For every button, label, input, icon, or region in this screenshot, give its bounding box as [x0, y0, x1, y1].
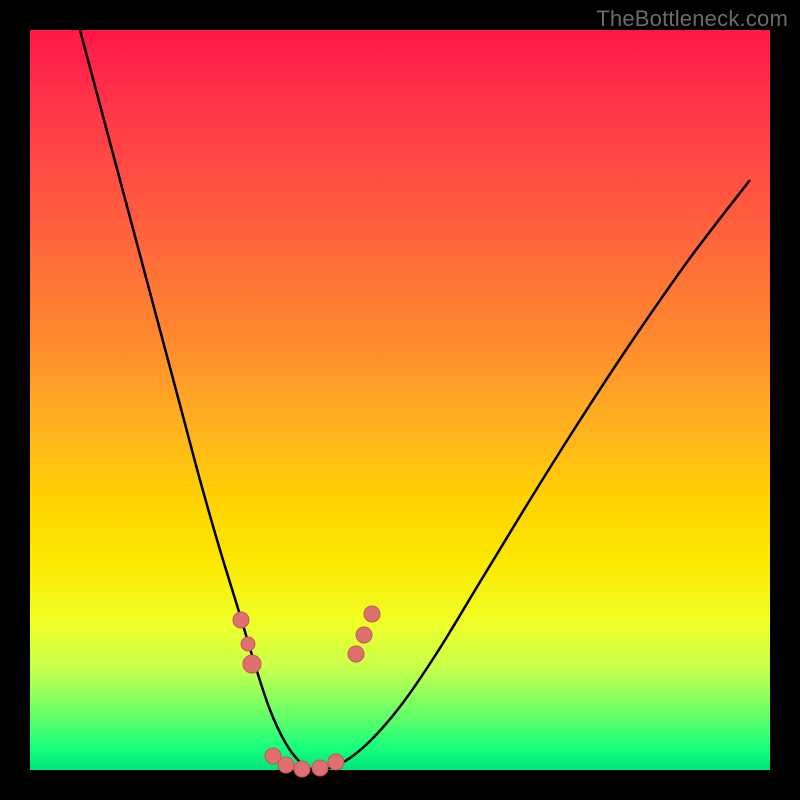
- watermark-text: TheBottleneck.com: [596, 6, 788, 32]
- curve-marker: [233, 612, 249, 628]
- curve-marker: [328, 754, 344, 770]
- curve-marker: [243, 655, 261, 673]
- curve-marker: [364, 606, 380, 622]
- curve-marker: [312, 760, 328, 776]
- curve-marker: [294, 761, 310, 777]
- bottleneck-curve: [80, 30, 750, 770]
- curve-marker: [278, 757, 294, 773]
- chart-svg: [30, 30, 770, 770]
- outer-frame: TheBottleneck.com: [0, 0, 800, 800]
- curve-marker: [356, 627, 372, 643]
- curve-marker: [348, 646, 364, 662]
- curve-marker: [241, 637, 255, 651]
